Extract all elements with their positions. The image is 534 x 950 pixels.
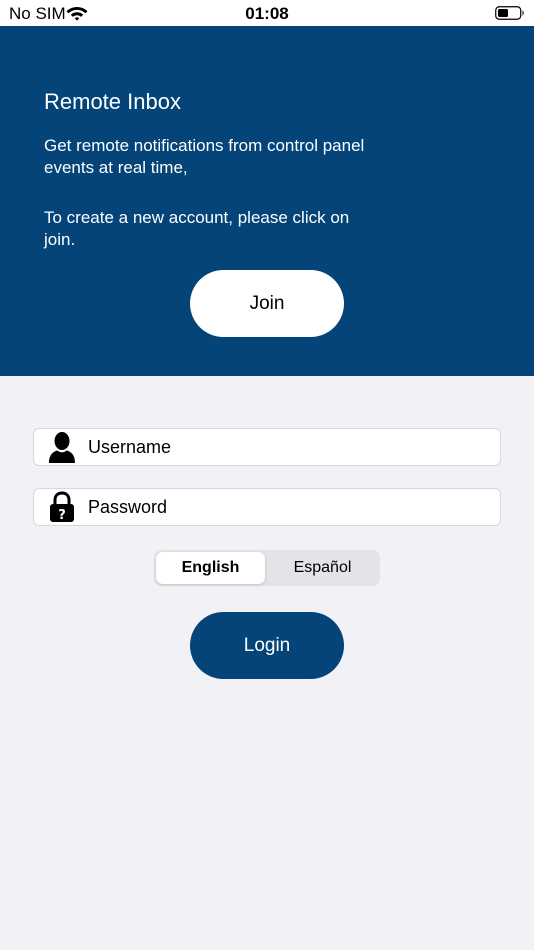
user-silhouette-icon <box>49 432 75 463</box>
language-selector: English Español <box>154 550 380 586</box>
hero-header: Remote Inbox Get remote notifications fr… <box>0 26 534 376</box>
page-title: Remote Inbox <box>44 89 181 114</box>
login-screen: No SIM 01:08 Remote Inbox Get remote not… <box>0 0 534 950</box>
clock: 01:08 <box>245 4 289 23</box>
join-button[interactable]: Join <box>190 270 344 337</box>
username-field[interactable] <box>33 428 501 466</box>
login-button[interactable]: Login <box>190 612 344 679</box>
language-option-english[interactable]: English <box>156 552 265 584</box>
language-option-espanol[interactable]: Español <box>267 552 378 584</box>
svg-text:?: ? <box>58 508 66 523</box>
status-bar: No SIM 01:08 <box>0 0 534 26</box>
padlock-question-icon: ? <box>50 491 74 523</box>
username-input[interactable] <box>88 429 488 465</box>
password-field[interactable]: ? <box>33 488 501 526</box>
battery-icon <box>495 6 524 20</box>
intro-text: Get remote notifications from control pa… <box>44 136 365 177</box>
join-instructions: To create a new account, please click on… <box>44 208 350 249</box>
password-input[interactable] <box>88 489 488 525</box>
